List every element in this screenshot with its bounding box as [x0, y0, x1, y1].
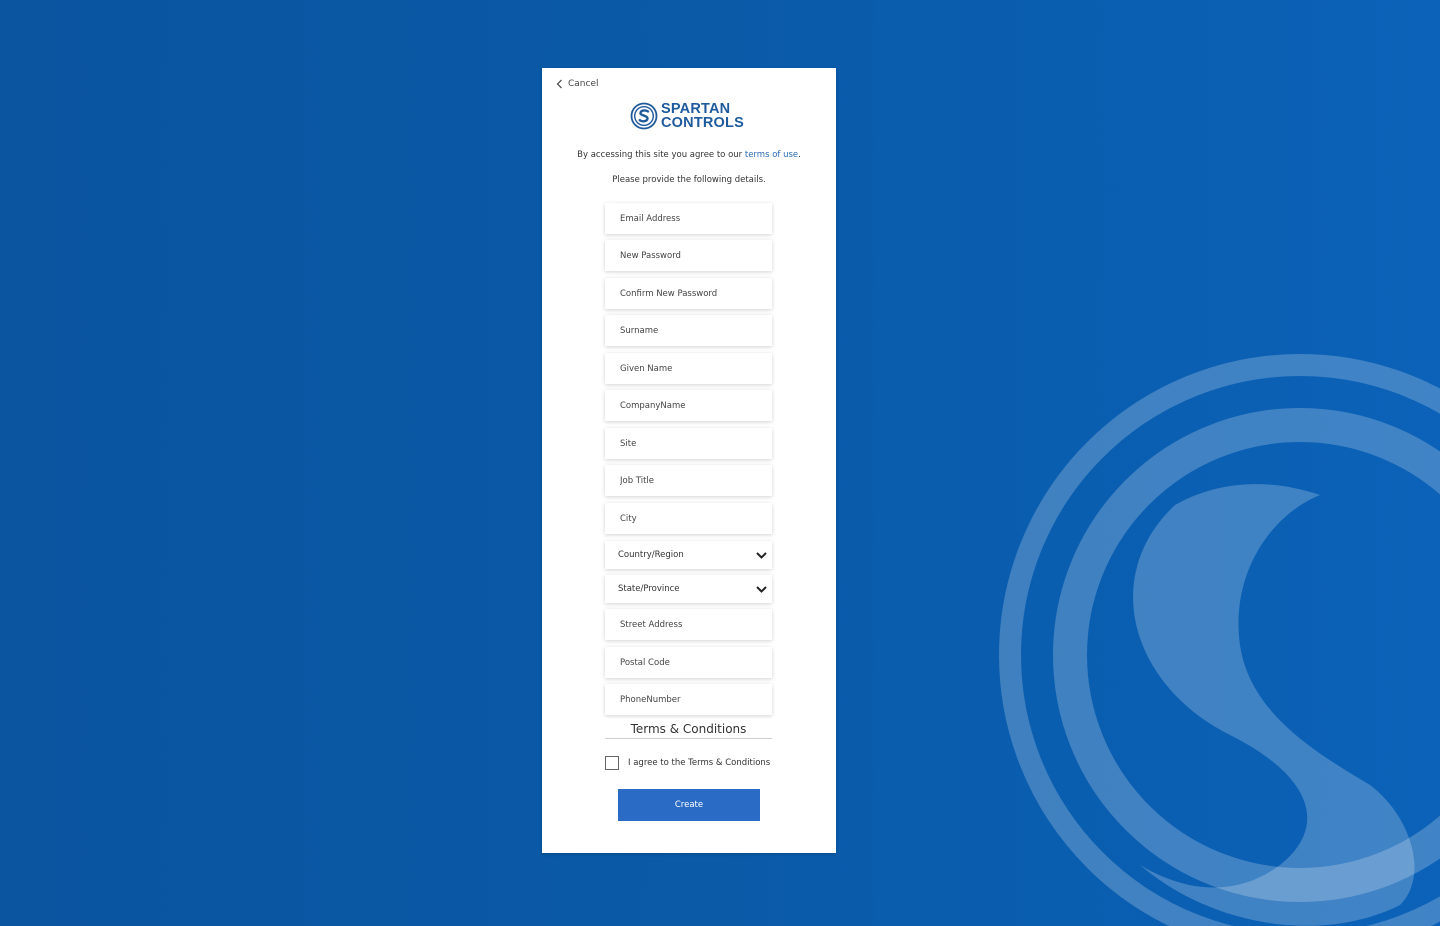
signup-card: Cancel SPARTAN CONTROLS By accessing thi… [542, 68, 836, 853]
cancel-link[interactable]: Cancel [556, 79, 599, 89]
state-province-value: State/Province [618, 584, 680, 594]
email-field[interactable] [605, 203, 772, 234]
chevron-left-icon [556, 79, 562, 89]
cancel-label: Cancel [568, 79, 599, 89]
surname-field[interactable] [605, 315, 772, 346]
create-button[interactable]: Create [618, 789, 760, 821]
given-name-field[interactable] [605, 353, 772, 384]
postal-code-field[interactable] [605, 647, 772, 678]
logo-text-line1: SPARTAN [661, 101, 731, 117]
chevron-down-icon [756, 551, 767, 559]
terms-notice-period: . [798, 150, 801, 160]
agree-terms-checkbox[interactable] [605, 756, 619, 770]
logo-text-line2: CONTROLS [661, 115, 744, 131]
chevron-down-icon [756, 585, 767, 593]
terms-conditions-heading: Terms & Conditions [605, 722, 772, 739]
instructions-text: Please provide the following details. [612, 175, 766, 185]
agree-terms-label[interactable]: I agree to the Terms & Conditions [628, 758, 770, 768]
spartan-controls-logo: SPARTAN CONTROLS [630, 102, 744, 130]
agree-terms-row: I agree to the Terms & Conditions [605, 756, 770, 770]
terms-notice: By accessing this site you agree to our … [542, 150, 836, 160]
terms-notice-text: By accessing this site you agree to our [577, 150, 745, 160]
job-title-field[interactable] [605, 465, 772, 496]
country-region-value: Country/Region [618, 550, 684, 560]
spartan-logo-icon [630, 102, 658, 130]
state-province-select[interactable]: State/Province [605, 575, 772, 603]
phone-number-field[interactable] [605, 684, 772, 715]
site-field[interactable] [605, 428, 772, 459]
terms-of-use-link[interactable]: terms of use [745, 150, 798, 160]
background-logo-watermark [999, 354, 1440, 926]
city-field[interactable] [605, 503, 772, 534]
country-region-select[interactable]: Country/Region [605, 541, 772, 569]
street-address-field[interactable] [605, 609, 772, 640]
confirm-password-field[interactable] [605, 278, 772, 309]
new-password-field[interactable] [605, 240, 772, 271]
company-name-field[interactable] [605, 390, 772, 421]
